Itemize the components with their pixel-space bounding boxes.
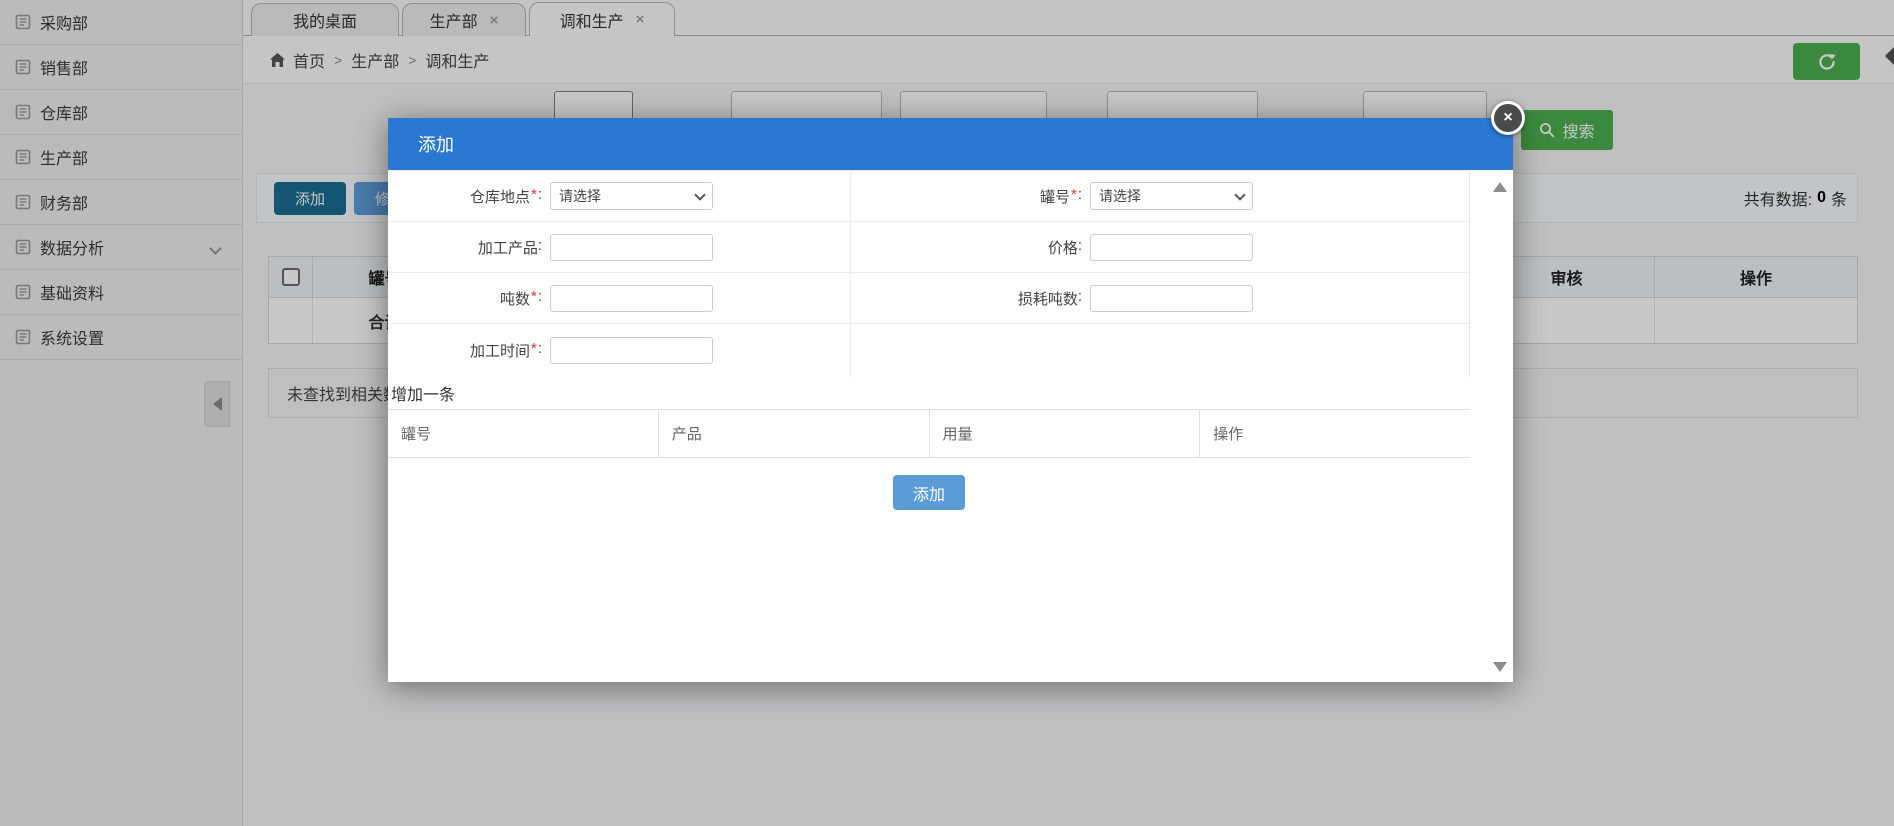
scroll-down-icon[interactable]: [1493, 662, 1507, 672]
field-price: 价格:: [850, 222, 1469, 272]
field-process-time: 加工时间*:: [388, 324, 850, 377]
dialog-items-table: 罐号 产品 用量 操作: [388, 409, 1470, 458]
dialog-add-button[interactable]: 添加: [893, 475, 965, 510]
dialog-form: 仓库地点*: 请选择 罐号*: 请选择 加工产品:: [388, 170, 1470, 377]
field-warehouse: 仓库地点*: 请选择: [388, 171, 850, 221]
field-label: 损耗吨数:: [851, 288, 1082, 309]
required-marker: *: [531, 288, 537, 309]
field-loss-tons: 损耗吨数:: [850, 273, 1469, 323]
field-label: 加工产品:: [388, 237, 542, 258]
warehouse-select[interactable]: 请选择: [550, 182, 713, 210]
field-tank: 罐号*: 请选择: [850, 171, 1469, 221]
warehouse-select-wrap: 请选择: [550, 182, 713, 210]
items-column-operation: 操作: [1199, 410, 1470, 457]
add-dialog: 添加 × 仓库地点*: 请选择 罐号*: 请选择: [388, 118, 1513, 682]
scroll-up-icon[interactable]: [1493, 182, 1507, 192]
loss-tons-input[interactable]: [1090, 285, 1253, 312]
field-label: 吨数*:: [388, 288, 542, 309]
field-product: 加工产品:: [388, 222, 850, 272]
close-icon: ×: [1503, 109, 1512, 127]
field-label: 加工时间*:: [388, 340, 542, 361]
tons-input[interactable]: [550, 285, 713, 312]
form-row: 加工时间*:: [388, 324, 1469, 377]
required-marker: *: [531, 340, 537, 361]
dialog-title: 添加: [418, 131, 454, 157]
price-input[interactable]: [1090, 234, 1253, 261]
form-row: 仓库地点*: 请选择 罐号*: 请选择: [388, 171, 1469, 222]
form-row: 加工产品: 价格:: [388, 222, 1469, 273]
add-row-section-label: 增加一条: [391, 377, 455, 409]
items-column-amount: 用量: [929, 410, 1200, 457]
field-label: 价格:: [851, 237, 1082, 258]
field-tons: 吨数*:: [388, 273, 850, 323]
required-marker: *: [531, 186, 537, 207]
items-column-tank: 罐号: [388, 410, 658, 457]
field-label: 罐号*:: [851, 186, 1082, 207]
app-window: 采购部 销售部 仓库部 生产部 财务部 数据分析 基础资料 系统: [0, 0, 1894, 826]
required-marker: *: [1071, 186, 1077, 207]
field-empty: [850, 324, 1469, 377]
form-row: 吨数*: 损耗吨数:: [388, 273, 1469, 324]
dialog-close-button[interactable]: ×: [1491, 101, 1525, 135]
tank-select[interactable]: 请选择: [1090, 182, 1253, 210]
items-column-product: 产品: [658, 410, 929, 457]
tank-select-wrap: 请选择: [1090, 182, 1253, 210]
process-time-input[interactable]: [550, 337, 713, 364]
product-input[interactable]: [550, 234, 713, 261]
dialog-header[interactable]: 添加: [388, 118, 1513, 170]
field-label: 仓库地点*:: [388, 186, 542, 207]
